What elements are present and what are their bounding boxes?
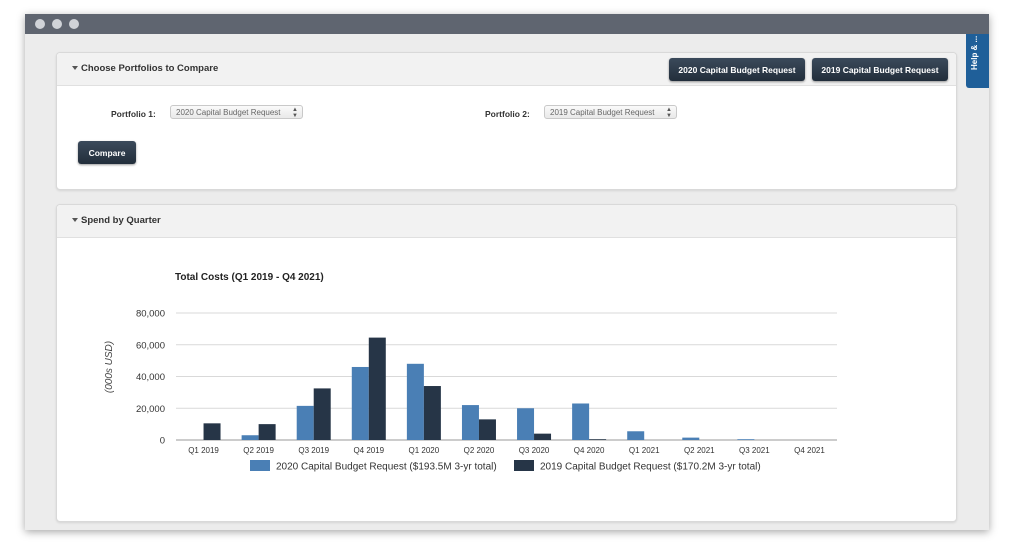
y-tick-label: 80,000	[136, 309, 165, 320]
choose-portfolios-header: Choose Portfolios to Compare 2020 Capita…	[57, 53, 956, 86]
select-arrows-icon: ▲ ▼	[292, 107, 298, 119]
chart-bar[interactable]	[682, 437, 700, 440]
chart-bar[interactable]	[517, 408, 535, 440]
x-tick-label: Q2 2019	[243, 446, 274, 455]
x-tick-label: Q2 2020	[464, 446, 495, 455]
y-tick-label: 20,000	[136, 404, 165, 415]
preset-2020-button[interactable]: 2020 Capital Budget Request	[669, 58, 805, 81]
chart-bar[interactable]	[461, 405, 479, 440]
x-tick-label: Q1 2020	[409, 446, 440, 455]
chart-bar[interactable]	[627, 431, 645, 440]
spend-by-quarter-header: Spend by Quarter	[57, 205, 956, 238]
spend-chart: Total Costs (Q1 2019 - Q4 2021) (000s US…	[104, 272, 837, 473]
chart-bar[interactable]	[258, 424, 276, 440]
x-tick-label: Q4 2020	[574, 446, 605, 455]
chart-y-axis-label: (000s USD)	[104, 341, 115, 393]
legend-label[interactable]: 2020 Capital Budget Request ($193.5M 3-y…	[276, 462, 497, 473]
chart-bar[interactable]	[368, 337, 386, 440]
app-window: Help & ... Choose Portfolios to Compare …	[25, 14, 989, 530]
x-tick-label: Q4 2021	[794, 446, 825, 455]
spend-by-quarter-toggle[interactable]: Spend by Quarter	[72, 215, 161, 226]
preset-2019-button[interactable]: 2019 Capital Budget Request	[812, 58, 948, 81]
portfolio1-label: Portfolio 1:	[111, 109, 156, 119]
y-tick-label: 60,000	[136, 340, 165, 351]
chart-bar[interactable]	[478, 419, 496, 440]
chart-bar[interactable]	[423, 386, 441, 440]
chart-bar[interactable]	[406, 363, 424, 440]
spend-by-quarter-title: Spend by Quarter	[81, 215, 161, 226]
spend-by-quarter-panel: Spend by Quarter Total Costs (Q1 2019 - …	[56, 204, 957, 522]
chart-title: Total Costs (Q1 2019 - Q4 2021)	[175, 272, 324, 283]
legend-label[interactable]: 2019 Capital Budget Request ($170.2M 3-y…	[540, 462, 761, 473]
chart-bar[interactable]	[737, 439, 755, 440]
window-maximize-dot[interactable]	[69, 19, 79, 29]
portfolio2-label: Portfolio 2:	[485, 109, 530, 119]
portfolio2-select[interactable]: 2019 Capital Budget Request ▲ ▼	[544, 105, 677, 119]
y-tick-label: 0	[160, 436, 165, 447]
caret-down-icon	[72, 66, 78, 70]
help-tab[interactable]: Help & ...	[966, 34, 989, 88]
choose-portfolios-title: Choose Portfolios to Compare	[81, 63, 219, 74]
window-titlebar	[25, 14, 989, 34]
choose-portfolios-panel: Choose Portfolios to Compare 2020 Capita…	[56, 52, 957, 190]
compare-button[interactable]: Compare	[78, 141, 136, 164]
x-tick-label: Q1 2019	[188, 446, 219, 455]
x-tick-label: Q1 2021	[629, 446, 660, 455]
chart-bar[interactable]	[203, 423, 221, 440]
legend-swatch	[514, 460, 534, 471]
caret-down-icon	[72, 218, 78, 222]
chart-bar[interactable]	[534, 433, 552, 440]
window-close-dot[interactable]	[35, 19, 45, 29]
legend-swatch	[250, 460, 270, 471]
select-arrows-icon: ▲ ▼	[666, 107, 672, 119]
portfolio2-value: 2019 Capital Budget Request	[550, 107, 655, 117]
portfolio1-select[interactable]: 2020 Capital Budget Request ▲ ▼	[170, 105, 303, 119]
x-tick-label: Q2 2021	[684, 446, 715, 455]
chart-bar[interactable]	[241, 435, 259, 440]
x-tick-label: Q3 2021	[739, 446, 770, 455]
window-minimize-dot[interactable]	[52, 19, 62, 29]
chart-bar[interactable]	[351, 366, 369, 440]
chart-bar[interactable]	[572, 403, 590, 440]
help-tab-label: Help & ...	[970, 35, 979, 70]
chart-bar[interactable]	[296, 405, 314, 440]
portfolio1-value: 2020 Capital Budget Request	[176, 107, 281, 117]
x-tick-label: Q4 2019	[353, 446, 384, 455]
chart-bar[interactable]	[589, 439, 607, 440]
y-tick-label: 40,000	[136, 372, 165, 383]
x-tick-label: Q3 2019	[298, 446, 329, 455]
x-tick-label: Q3 2020	[519, 446, 550, 455]
chart-bar[interactable]	[313, 388, 331, 440]
choose-portfolios-toggle[interactable]: Choose Portfolios to Compare	[72, 63, 218, 74]
